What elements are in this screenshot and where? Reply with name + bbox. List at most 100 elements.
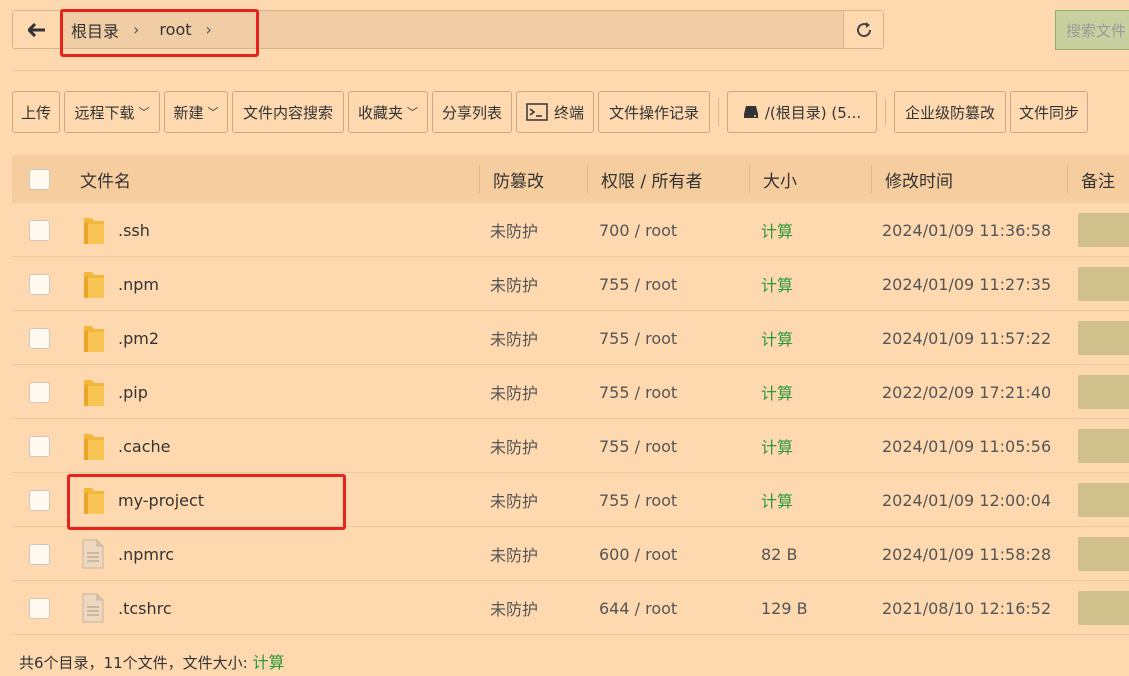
table-row[interactable]: .pip 未防护 755 / root 计算 2022/02/09 17:21:… <box>12 365 1129 419</box>
file-name[interactable]: .pip <box>118 365 148 419</box>
row-checkbox[interactable] <box>29 473 50 527</box>
tamper-status[interactable]: 未防护 <box>490 527 538 581</box>
tamper-status[interactable]: 未防护 <box>490 311 538 365</box>
header-permission[interactable]: 权限 / 所有者 <box>601 155 703 203</box>
refresh-button[interactable] <box>843 11 883 48</box>
disk-selector-button[interactable]: /(根目录) (5... <box>727 91 877 133</box>
header-size[interactable]: 大小 <box>763 155 797 203</box>
file-name[interactable]: .cache <box>118 419 170 473</box>
file-icon <box>82 581 104 635</box>
permission-owner[interactable]: 600 / root <box>599 527 677 581</box>
permission-owner[interactable]: 755 / root <box>599 365 677 419</box>
row-checkbox[interactable] <box>29 365 50 419</box>
table-row[interactable]: .pm2 未防护 755 / root 计算 2024/01/09 11:57:… <box>12 311 1129 365</box>
size-calc-link[interactable]: 计算 <box>761 473 793 527</box>
table-row[interactable]: .cache 未防护 755 / root 计算 2024/01/09 11:0… <box>12 419 1129 473</box>
content-search-button[interactable]: 文件内容搜索 <box>232 91 344 133</box>
folder-icon <box>82 203 106 257</box>
remark-field[interactable] <box>1078 419 1129 473</box>
modified-time: 2024/01/09 11:27:35 <box>882 274 1052 294</box>
permission-owner[interactable]: 755 / root <box>599 257 677 311</box>
size-calc-link[interactable]: 计算 <box>761 419 793 473</box>
disk-icon <box>743 106 758 118</box>
table-row[interactable]: .tcshrc 未防护 644 / root 129 B 2021/08/10 … <box>12 581 1129 635</box>
table-row[interactable]: .npm 未防护 755 / root 计算 2024/01/09 11:27:… <box>12 257 1129 311</box>
file-name[interactable]: .npmrc <box>118 527 174 581</box>
folder-icon <box>82 311 106 365</box>
header-remark: 备注 <box>1081 171 1115 192</box>
size-calc-link[interactable]: 计算 <box>761 257 793 311</box>
toolbar-separator <box>885 98 886 126</box>
remark-field[interactable] <box>1078 581 1129 635</box>
operation-log-button[interactable]: 文件操作记录 <box>598 91 710 133</box>
column-divider <box>1067 165 1068 193</box>
permission-owner[interactable]: 755 / root <box>599 311 677 365</box>
remark-field[interactable] <box>1078 257 1129 311</box>
modified-time: 2024/01/09 11:58:28 <box>882 544 1052 564</box>
terminal-button[interactable]: 终端 <box>516 91 594 133</box>
arrow-left-icon <box>27 22 45 37</box>
table-row[interactable]: .npmrc 未防护 600 / root 82 B 2024/01/09 11… <box>12 527 1129 581</box>
file-name[interactable]: .ssh <box>118 203 150 257</box>
permission-owner[interactable]: 644 / root <box>599 581 677 635</box>
file-name[interactable]: .npm <box>118 257 159 311</box>
remark-field[interactable] <box>1078 527 1129 581</box>
file-size: 129 B <box>761 598 808 618</box>
file-name[interactable]: .pm2 <box>118 311 159 365</box>
upload-button[interactable]: 上传 <box>12 91 60 133</box>
chevron-right-icon: › <box>133 20 140 39</box>
folder-icon <box>82 365 106 419</box>
permission-owner[interactable]: 700 / root <box>599 203 677 257</box>
chevron-down-icon: ﹀ <box>407 106 418 119</box>
table-row[interactable]: .ssh 未防护 700 / root 计算 2024/01/09 11:36:… <box>12 203 1129 257</box>
header-name[interactable]: 文件名 <box>80 155 131 203</box>
modified-time: 2022/02/09 17:21:40 <box>882 382 1052 402</box>
select-all-checkbox[interactable] <box>29 155 50 203</box>
header-modified-time[interactable]: 修改时间 <box>885 155 953 203</box>
new-button[interactable]: 新建 ﹀ <box>164 91 228 133</box>
path-bar: 根目录 › root › <box>12 10 884 49</box>
file-sync-button[interactable]: 文件同步 <box>1010 91 1088 133</box>
remark-field[interactable] <box>1078 203 1129 257</box>
row-checkbox[interactable] <box>29 203 50 257</box>
row-checkbox[interactable] <box>29 419 50 473</box>
footer-calc-link[interactable]: 计算 <box>252 653 284 672</box>
tamper-protection-button[interactable]: 企业级防篡改 <box>894 91 1006 133</box>
row-checkbox[interactable] <box>29 527 50 581</box>
tamper-status[interactable]: 未防护 <box>490 419 538 473</box>
size-calc-link[interactable]: 计算 <box>761 203 793 257</box>
remark-field[interactable] <box>1078 473 1129 527</box>
remark-field[interactable] <box>1078 311 1129 365</box>
remark-field[interactable] <box>1078 365 1129 419</box>
table-body: .ssh 未防护 700 / root 计算 2024/01/09 11:36:… <box>12 203 1129 635</box>
back-button[interactable] <box>13 11 61 48</box>
tamper-status[interactable]: 未防护 <box>490 365 538 419</box>
share-list-button[interactable]: 分享列表 <box>432 91 512 133</box>
search-file-button[interactable]: 搜索文件 <box>1055 10 1129 50</box>
terminal-icon <box>526 103 548 121</box>
favorites-button[interactable]: 收藏夹 ﹀ <box>348 91 428 133</box>
chevron-right-icon: › <box>205 20 212 39</box>
file-name[interactable]: my-project <box>118 473 204 527</box>
row-checkbox[interactable] <box>29 257 50 311</box>
refresh-icon <box>856 21 871 37</box>
size-calc-link[interactable]: 计算 <box>761 311 793 365</box>
tamper-status[interactable]: 未防护 <box>490 473 538 527</box>
modified-time: 2021/08/10 12:16:52 <box>882 598 1052 618</box>
modified-time: 2024/01/09 11:36:58 <box>882 220 1052 240</box>
file-name[interactable]: .tcshrc <box>118 581 172 635</box>
tamper-status[interactable]: 未防护 <box>490 203 538 257</box>
breadcrumb-root[interactable]: root › <box>159 20 211 39</box>
table-row[interactable]: my-project 未防护 755 / root 计算 2024/01/09 … <box>12 473 1129 527</box>
remote-download-button[interactable]: 远程下载 ﹀ <box>64 91 160 133</box>
permission-owner[interactable]: 755 / root <box>599 419 677 473</box>
column-divider <box>479 165 480 193</box>
toolbar: 上传 远程下载 ﹀ 新建 ﹀ 文件内容搜索 收藏夹 ﹀ 分享列表 终端 文件操作记录 … <box>12 91 1092 133</box>
tamper-status[interactable]: 未防护 <box>490 581 538 635</box>
row-checkbox[interactable] <box>29 581 50 635</box>
breadcrumb-root-dir[interactable]: 根目录 › <box>71 18 139 42</box>
size-calc-link[interactable]: 计算 <box>761 365 793 419</box>
tamper-status[interactable]: 未防护 <box>490 257 538 311</box>
permission-owner[interactable]: 755 / root <box>599 473 677 527</box>
row-checkbox[interactable] <box>29 311 50 365</box>
